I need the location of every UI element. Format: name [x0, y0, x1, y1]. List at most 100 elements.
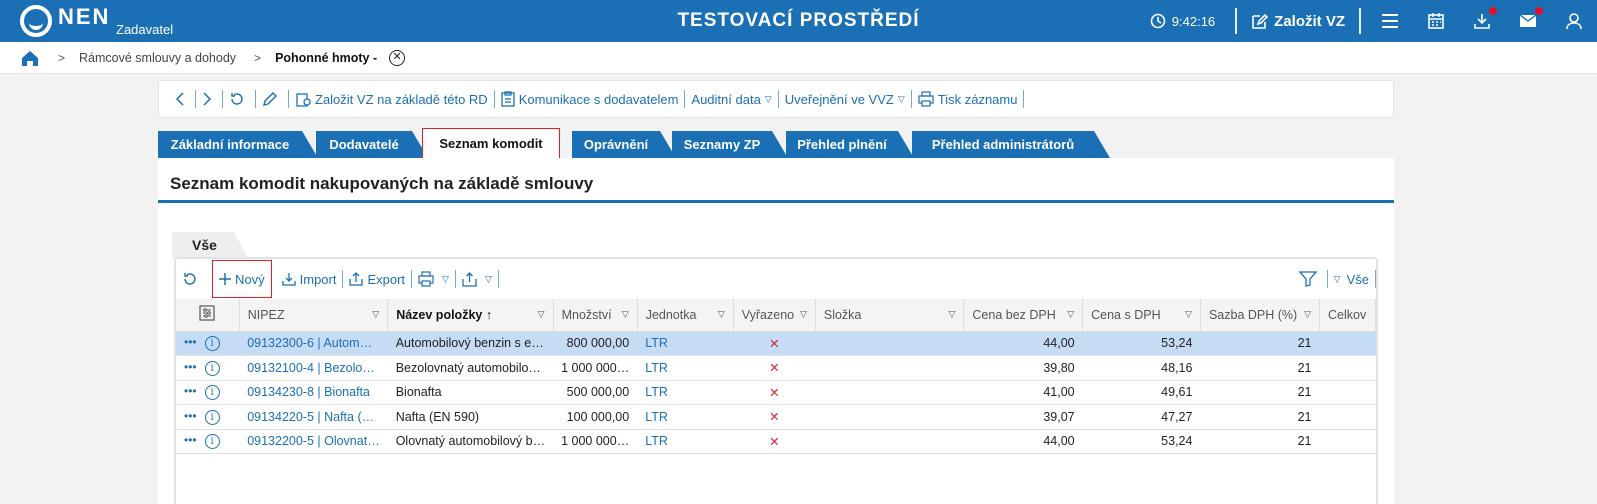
share-dropdown[interactable]: ▽: [456, 271, 498, 287]
filter-caret-icon[interactable]: ▽: [622, 309, 629, 320]
divider: [777, 90, 779, 108]
excluded-mark: ✕: [733, 404, 816, 430]
column-header-vat[interactable]: Sazba DPH (%) ▽: [1200, 299, 1321, 332]
publish-vvz-dropdown[interactable]: Uveřejnění ve VVZ ▽: [779, 92, 911, 107]
table-row[interactable]: ••• i 09132100-4 | Bezolo… Bezolovnatý au…: [176, 355, 1376, 381]
settings-doc-icon: [296, 93, 311, 107]
tab-commodities[interactable]: Seznam komodit: [422, 128, 560, 159]
filter-caret-icon[interactable]: ▽: [1304, 309, 1311, 320]
tab-permissions[interactable]: Oprávnění: [572, 131, 676, 158]
audit-data-dropdown[interactable]: Auditní data ▽: [685, 92, 777, 107]
downloads-button[interactable]: [1459, 0, 1505, 42]
info-icon[interactable]: i: [204, 434, 220, 450]
calendar-button[interactable]: [1413, 0, 1459, 42]
info-icon[interactable]: i: [204, 360, 220, 376]
filter-caret-icon[interactable]: ▽: [948, 309, 955, 320]
home-icon[interactable]: [20, 48, 40, 68]
grid-refresh-button[interactable]: [176, 271, 208, 287]
column-label: Název položky: [396, 307, 483, 322]
tab-fulfilment[interactable]: Přehled plnění: [786, 131, 914, 158]
close-icon[interactable]: ✕: [389, 49, 406, 66]
nipez-link[interactable]: 09132100-4 | Bezolo…: [239, 355, 388, 381]
forward-button[interactable]: [196, 92, 222, 106]
filter-caret-icon[interactable]: ▽: [1067, 309, 1074, 320]
divider: [497, 270, 499, 288]
tab-suppliers[interactable]: Dodavatelé: [316, 131, 428, 158]
tab-basic-info[interactable]: Základní informace: [158, 131, 318, 158]
breadcrumb-item[interactable]: Rámcové smlouvy a dohody: [79, 51, 236, 65]
create-vz-from-rd-button[interactable]: Založit VZ na základě této RD: [289, 91, 494, 107]
session-clock: 9:42:16: [1150, 13, 1215, 29]
filter-caret-icon[interactable]: ▽: [718, 309, 725, 320]
share-icon: [462, 271, 477, 287]
edit-button[interactable]: [256, 91, 288, 107]
more-options-icon[interactable]: •••: [184, 384, 197, 398]
clipboard-icon: [501, 91, 515, 107]
unit-link[interactable]: LTR: [637, 355, 734, 381]
filter-button[interactable]: [1293, 271, 1327, 287]
create-vz-button[interactable]: Založit VZ: [1243, 13, 1353, 30]
info-icon[interactable]: i: [204, 385, 220, 401]
chevron-right-icon: >: [58, 50, 66, 65]
filter-caret-icon[interactable]: ▽: [1185, 309, 1192, 320]
more-options-icon[interactable]: •••: [184, 335, 197, 349]
menu-button[interactable]: [1367, 0, 1413, 42]
column-header-component[interactable]: Složka ▽: [815, 299, 965, 332]
column-header-price-net[interactable]: Cena bez DPH ▽: [963, 299, 1084, 332]
table-row[interactable]: ••• i 09134230-8 | Bionafta Bionafta 500 …: [176, 380, 1376, 405]
messages-button[interactable]: [1505, 0, 1551, 42]
refresh-button[interactable]: [223, 91, 255, 107]
more-options-icon[interactable]: •••: [184, 433, 197, 447]
user-button[interactable]: [1551, 0, 1597, 42]
nipez-link[interactable]: 09132200-5 | Olovnat…: [239, 429, 388, 454]
view-selector[interactable]: ▽ Vše: [1328, 272, 1375, 287]
price-net: 44,00: [963, 331, 1083, 356]
column-header-excluded[interactable]: Vyřazeno ▽: [733, 299, 816, 332]
nen-logo[interactable]: NEN: [20, 4, 110, 38]
subtab-all[interactable]: Vše: [172, 232, 248, 258]
excluded-mark: ✕: [733, 429, 816, 454]
tab-label: Dodavatelé: [329, 137, 399, 152]
unit-link[interactable]: LTR: [637, 331, 734, 356]
nipez-link[interactable]: 09134230-8 | Bionafta: [239, 380, 388, 405]
column-settings-header[interactable]: [176, 299, 240, 332]
column-header-total[interactable]: Celkov: [1319, 299, 1376, 332]
table-row[interactable]: ••• i 09132200-5 | Olovnat… Olovnatý auto…: [176, 429, 1376, 454]
unit-link[interactable]: LTR: [637, 404, 734, 430]
item-component: [815, 404, 964, 430]
filter-caret-icon[interactable]: ▽: [538, 309, 545, 320]
nipez-link[interactable]: 09134220-5 | Nafta (…: [239, 404, 388, 430]
tab-zp-lists[interactable]: Seznamy ZP: [672, 131, 788, 158]
info-icon[interactable]: i: [204, 336, 220, 352]
column-header-name[interactable]: Název položky ↑ ▽: [387, 299, 554, 332]
publish-vvz-label: Uveřejnění ve VVZ: [784, 91, 894, 107]
info-icon[interactable]: i: [204, 409, 220, 425]
table-row[interactable]: ••• i 09132300-6 | Autom… Automobilový be…: [176, 331, 1376, 356]
table-row[interactable]: ••• i 09134220-5 | Nafta (… Nafta (EN 590…: [176, 404, 1376, 430]
more-options-icon[interactable]: •••: [184, 409, 197, 423]
export-button[interactable]: Export: [343, 272, 411, 287]
unit-link[interactable]: LTR: [637, 380, 734, 405]
column-header-quantity[interactable]: Množství ▽: [553, 299, 638, 332]
item-quantity: 1 000 000…: [553, 429, 638, 454]
new-item-button[interactable]: Nový: [212, 260, 272, 298]
print-dropdown[interactable]: ▽: [412, 271, 455, 287]
tab-administrators[interactable]: Přehled administrátorů: [912, 131, 1110, 158]
column-header-unit[interactable]: Jednotka ▽: [637, 299, 734, 332]
import-button[interactable]: Import: [276, 272, 343, 287]
more-options-icon[interactable]: •••: [184, 360, 197, 374]
commodity-table: NIPEZ ▽ Název položky ↑ ▽ Množství ▽ Jednot…: [176, 299, 1376, 454]
edit-icon: [1252, 13, 1269, 29]
filter-caret-icon[interactable]: ▽: [372, 309, 379, 320]
communication-button[interactable]: Komunikace s dodavatelem: [495, 91, 685, 107]
column-header-price-gross[interactable]: Cena s DPH ▽: [1082, 299, 1201, 332]
column-label: Sazba DPH (%): [1208, 307, 1298, 322]
back-button[interactable]: [169, 92, 195, 106]
filter-caret-icon[interactable]: ▽: [800, 309, 807, 320]
download-icon: [1474, 14, 1490, 29]
divider: [1359, 8, 1361, 34]
print-record-button[interactable]: Tisk záznamu: [912, 91, 1024, 107]
nipez-link[interactable]: 09132300-6 | Autom…: [239, 331, 388, 356]
column-header-nipez[interactable]: NIPEZ ▽: [239, 299, 389, 332]
unit-link[interactable]: LTR: [637, 429, 734, 454]
